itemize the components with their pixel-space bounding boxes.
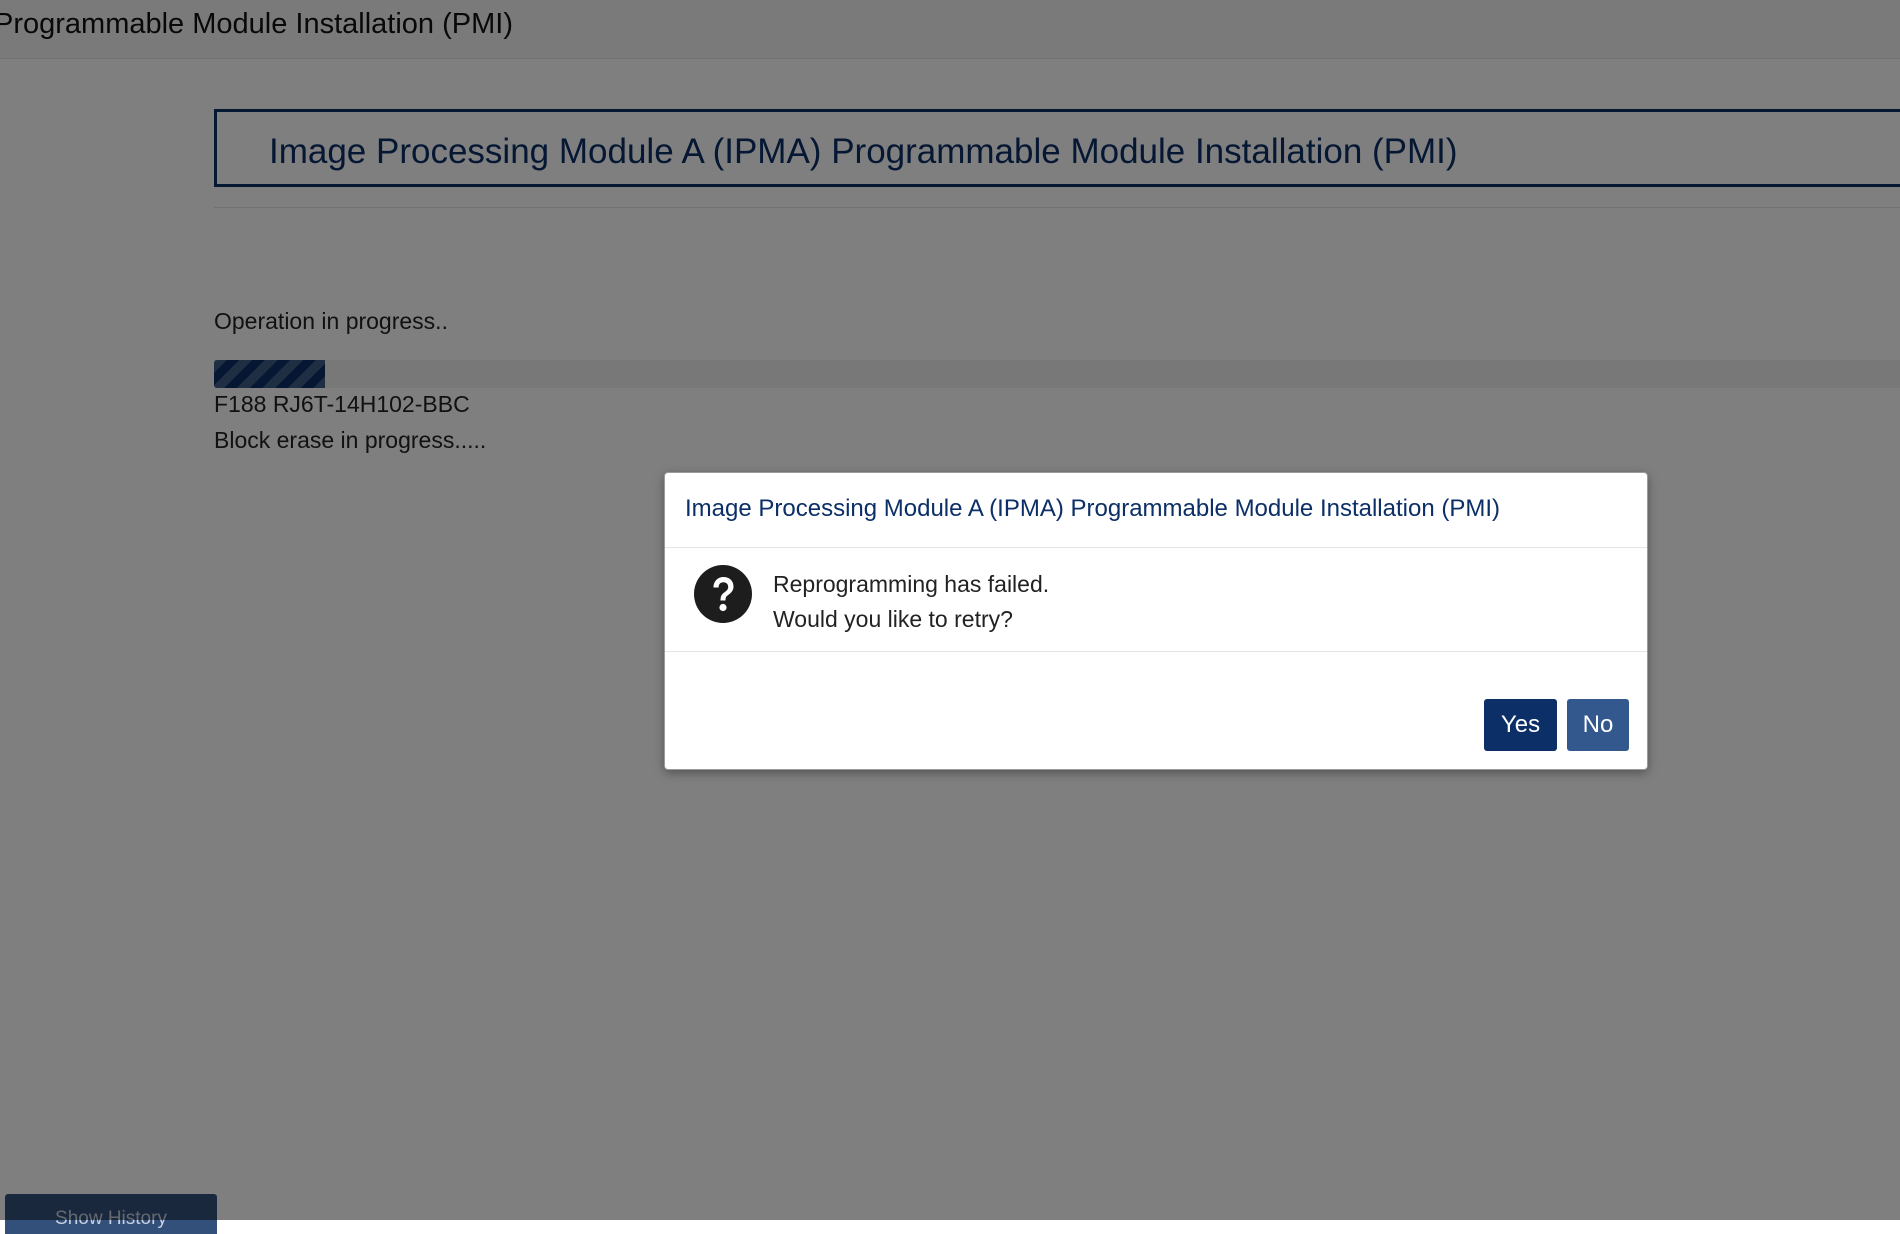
dialog-message-line-1: Reprogramming has failed. xyxy=(773,571,1050,597)
yes-button[interactable]: Yes xyxy=(1484,699,1557,751)
no-button[interactable]: No xyxy=(1567,699,1629,751)
dialog-body xyxy=(665,548,1647,652)
dialog-header: Image Processing Module A (IPMA) Program… xyxy=(665,473,1647,548)
question-circle-icon xyxy=(694,565,752,623)
retry-dialog: Image Processing Module A (IPMA) Program… xyxy=(664,472,1648,770)
dialog-title: Image Processing Module A (IPMA) Program… xyxy=(685,495,1501,522)
dialog-message-line-2: Would you like to retry? xyxy=(773,606,1013,632)
